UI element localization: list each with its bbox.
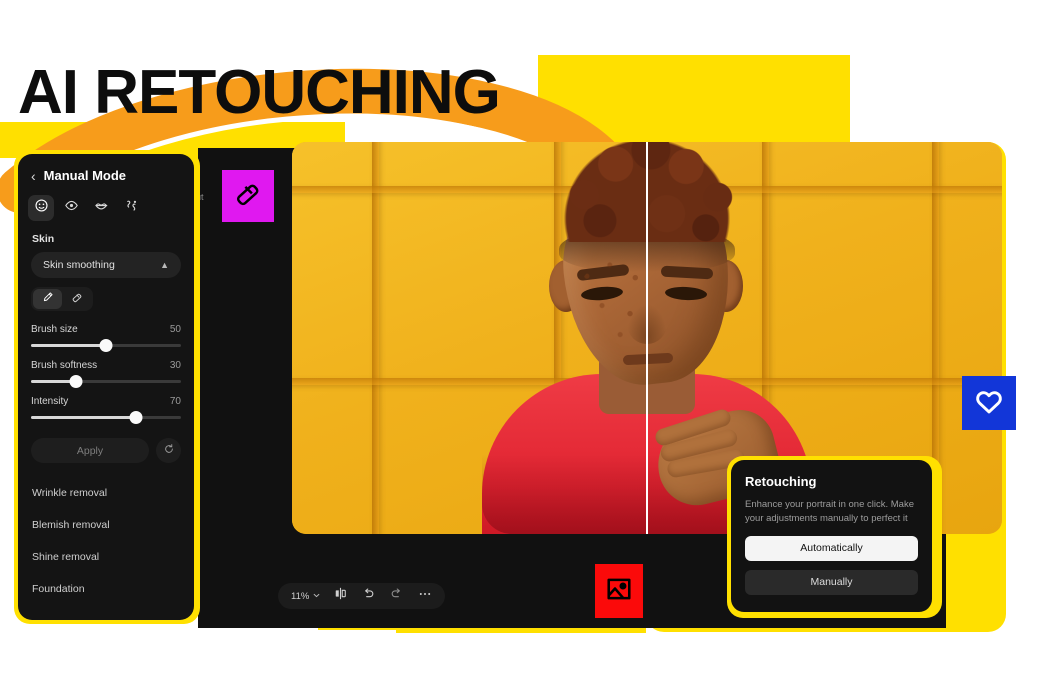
slider-track[interactable] — [31, 338, 181, 352]
canvas-toolbar: 11% — [278, 583, 446, 609]
slider-value: 70 — [169, 396, 181, 407]
slider-track[interactable] — [31, 410, 181, 424]
slider-knob[interactable] — [129, 410, 143, 424]
page-root: AI RETOUCHING ut — [0, 0, 1040, 700]
slider-label: Brush softness — [31, 360, 98, 371]
redo-button[interactable] — [389, 587, 404, 605]
undo-icon — [362, 587, 375, 605]
redo-icon — [390, 587, 403, 605]
apply-button[interactable]: Apply — [31, 438, 149, 463]
list-item[interactable]: Foundation — [18, 573, 194, 605]
slider-label: Intensity — [31, 396, 69, 407]
zoom-control[interactable]: 11% — [291, 591, 320, 602]
face-icon — [34, 198, 49, 218]
tool-face[interactable] — [28, 195, 54, 221]
manually-button[interactable]: Manually — [745, 569, 918, 595]
undo-button[interactable] — [361, 587, 376, 605]
lips-icon — [94, 198, 109, 218]
more-options-button[interactable] — [417, 589, 432, 604]
skin-effect-value: Skin smoothing — [43, 259, 115, 271]
slider-knob[interactable] — [69, 374, 83, 388]
pencil-icon — [42, 290, 54, 308]
brush-tool-toggle — [31, 287, 93, 311]
tool-body[interactable] — [118, 195, 144, 221]
eraser-icon — [71, 290, 83, 308]
slider-intensity: Intensity 70 — [18, 396, 194, 424]
zoom-level-value: 11% — [291, 590, 310, 602]
slider-value: 50 — [169, 324, 181, 335]
list-item[interactable]: Wrinkle removal — [18, 477, 194, 509]
heart-icon — [973, 385, 1005, 422]
slider-label: Brush size — [31, 324, 78, 335]
effect-list: Wrinkle removal Blemish removal Shine re… — [18, 477, 194, 605]
heart-badge[interactable] — [962, 376, 1016, 430]
brush-tool-pencil[interactable] — [33, 289, 62, 309]
reset-icon — [163, 442, 175, 460]
eraser-icon — [233, 179, 263, 214]
retouching-card: Retouching Enhance your portrait in one … — [731, 460, 932, 612]
manual-mode-panel: ‹ Manual Mode Skin Skin smoothing ▲ Brus… — [18, 154, 194, 620]
slider-knob[interactable] — [99, 338, 113, 352]
slider-track[interactable] — [31, 374, 181, 388]
apply-row: Apply — [18, 438, 194, 463]
chevron-left-icon[interactable]: ‹ — [31, 169, 36, 183]
image-badge[interactable] — [595, 564, 643, 618]
list-item[interactable]: Shine removal — [18, 541, 194, 573]
slider-brush-size: Brush size 50 — [18, 324, 194, 352]
body-icon — [124, 198, 139, 218]
eraser-badge[interactable] — [222, 170, 274, 222]
photo-before — [292, 142, 646, 534]
slider-value: 30 — [169, 360, 181, 371]
card-title: Retouching — [745, 474, 817, 489]
slider-brush-softness: Brush softness 30 — [18, 360, 194, 388]
more-options-icon — [418, 587, 432, 606]
tool-eyes[interactable] — [58, 195, 84, 221]
automatically-button[interactable]: Automatically — [745, 535, 918, 561]
list-item[interactable]: Blemish removal — [18, 509, 194, 541]
image-icon — [605, 575, 633, 608]
eye-icon — [64, 198, 79, 218]
skin-section-label: Skin — [32, 233, 55, 245]
panel-title: Manual Mode — [43, 168, 127, 183]
chevron-down-icon — [313, 591, 320, 602]
skin-effect-select[interactable]: Skin smoothing ▲ — [31, 252, 181, 278]
reset-button[interactable] — [156, 438, 181, 463]
before-after-divider[interactable] — [646, 142, 648, 534]
compare-split-icon — [334, 587, 347, 605]
chevron-up-icon: ▲ — [160, 260, 169, 270]
brush-tool-eraser[interactable] — [62, 289, 91, 309]
tool-category-row — [18, 183, 194, 221]
card-description: Enhance your portrait in one click. Make… — [745, 499, 914, 524]
tool-lips[interactable] — [88, 195, 114, 221]
page-title: AI RETOUCHING — [18, 58, 501, 127]
panel-header: ‹ Manual Mode — [18, 154, 194, 183]
compare-button[interactable] — [333, 587, 348, 605]
